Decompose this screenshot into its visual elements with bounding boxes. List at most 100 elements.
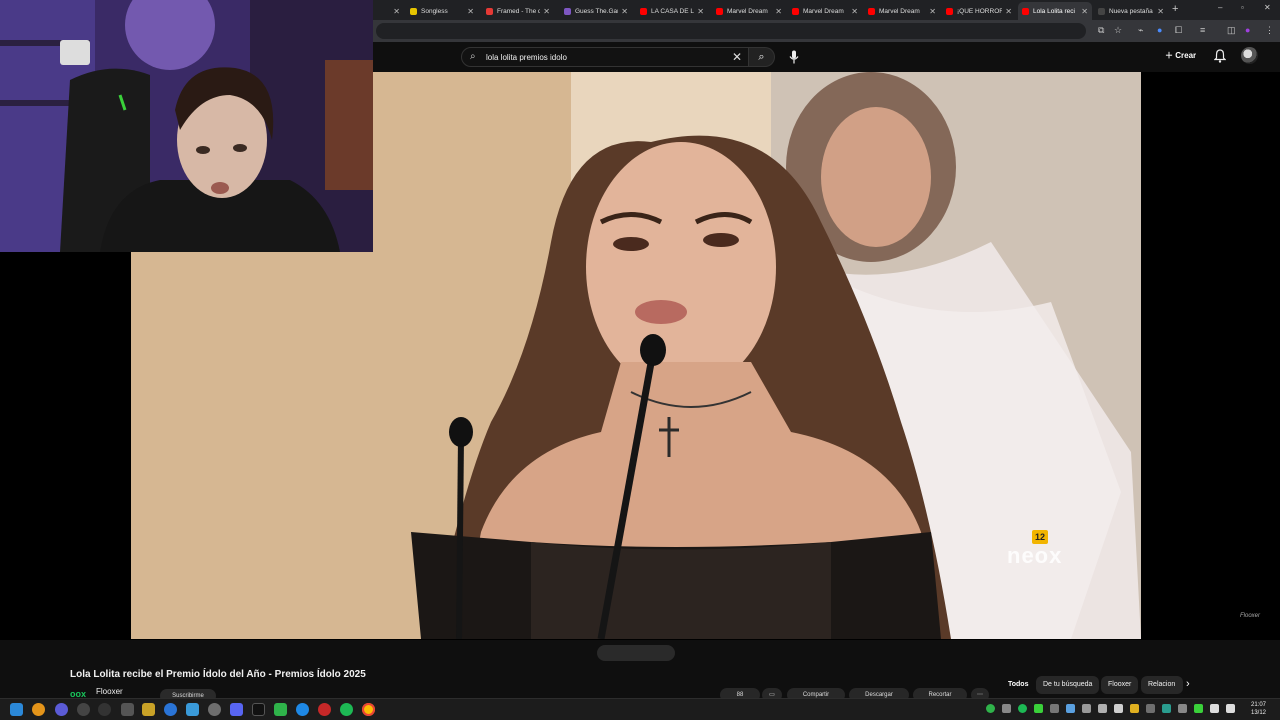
taskbar-app-icon[interactable] — [274, 703, 287, 716]
install-icon[interactable]: ⧉ — [1098, 25, 1104, 36]
tab-close-icon[interactable]: ✕ — [1157, 7, 1164, 16]
tab-favicon-icon — [868, 7, 875, 15]
create-button[interactable]: ＋ Crear — [1165, 50, 1196, 61]
browser-tab[interactable]: ¡QUE HORROR ✕ — [942, 2, 1016, 20]
tray-icon[interactable] — [1066, 704, 1075, 713]
tab-title: Marvel Dream — [803, 7, 844, 15]
new-tab-button[interactable]: + — [1172, 3, 1178, 15]
browser-tab[interactable]: LA CASA DE LO ✕ — [636, 2, 708, 20]
chip-from-your-search[interactable]: De tu búsqueda — [1036, 676, 1100, 694]
tray-icon[interactable] — [1162, 704, 1171, 713]
tray-icon[interactable] — [1050, 704, 1059, 713]
search-icon[interactable] — [32, 703, 45, 716]
tab-title: Marvel Dream — [727, 7, 768, 15]
taskbar-app-icon[interactable] — [121, 703, 134, 716]
webcam-image — [0, 0, 373, 252]
sidebar-icon[interactable]: ◫ — [1227, 25, 1236, 36]
windows-taskbar: 21:07 13/12 — [0, 698, 1280, 720]
voice-search-microphone-icon[interactable] — [789, 50, 799, 64]
tab-favicon-icon — [486, 7, 493, 15]
extension-icon[interactable]: ⌁ — [1138, 25, 1143, 36]
taskbar-app-icon[interactable] — [77, 703, 90, 716]
tab-close-icon[interactable]: ✕ — [1081, 7, 1088, 16]
browser-tab[interactable]: Nueva pestaña ✕ — [1094, 2, 1168, 20]
tray-icon[interactable] — [1114, 704, 1123, 713]
taskbar-app-icon[interactable] — [164, 703, 177, 716]
create-label: Crear — [1175, 51, 1197, 60]
system-clock[interactable]: 21:07 13/12 — [1251, 701, 1266, 717]
tray-icon[interactable] — [1018, 704, 1027, 713]
tab-close-icon[interactable]: ✕ — [851, 7, 858, 16]
spotify-icon[interactable] — [340, 703, 353, 716]
discord-icon[interactable] — [230, 703, 243, 716]
profile-icon[interactable]: ● — [1245, 25, 1250, 35]
taskbar-app-icon[interactable] — [142, 703, 155, 716]
chip-related[interactable]: Relacion — [1141, 676, 1183, 694]
tab-close-icon[interactable]: ✕ — [1005, 7, 1012, 16]
browser-menu-icon[interactable]: ⋮ — [1265, 25, 1274, 36]
chrome-icon[interactable] — [362, 703, 375, 716]
tray-icon[interactable] — [1146, 704, 1155, 713]
tiktok-icon[interactable] — [252, 703, 265, 716]
tab-favicon-icon — [1022, 7, 1029, 15]
taskbar-app-icon[interactable] — [296, 703, 309, 716]
bookmark-star-icon[interactable]: ☆ — [1114, 25, 1122, 36]
extensions-puzzle-icon[interactable]: ⧠ — [1175, 25, 1182, 36]
tray-icon[interactable] — [1098, 704, 1107, 713]
tab-close-icon[interactable]: ✕ — [467, 7, 474, 16]
browser-tab[interactable]: Marvel Dream ✕ — [788, 2, 862, 20]
tray-icon[interactable] — [1082, 704, 1091, 713]
start-windows-icon[interactable] — [10, 703, 23, 716]
tab-favicon-icon — [1098, 7, 1105, 15]
clear-search-icon[interactable]: ✕ — [732, 50, 742, 64]
volume-icon[interactable] — [1226, 704, 1235, 713]
chips-next-icon[interactable]: › — [1186, 678, 1190, 690]
tab-close-icon[interactable]: ✕ — [929, 7, 936, 16]
chip-all[interactable]: Todos — [1001, 676, 1035, 694]
chip-flooxer[interactable]: Flooxer — [1101, 676, 1139, 694]
taskbar-app-icon[interactable] — [55, 703, 68, 716]
browser-tab[interactable]: Marvel Dream ✕ — [864, 2, 940, 20]
taskbar-app-icon[interactable] — [186, 703, 199, 716]
tab-close-icon[interactable]: ✕ — [393, 7, 400, 16]
notifications-bell-icon[interactable] — [1214, 49, 1226, 63]
search-input[interactable]: ⌕ lola lolita premios idolo ✕ — [461, 47, 749, 67]
browser-tab[interactable]: Framed - The d ✕ — [482, 2, 554, 20]
browser-tab-active[interactable]: Lola Lolita reci ✕ — [1018, 2, 1092, 20]
video-watermark: Flooxer — [1240, 613, 1261, 619]
tray-icon[interactable] — [1178, 704, 1187, 713]
taskbar-app-icon[interactable] — [318, 703, 331, 716]
taskbar-app-icon[interactable] — [208, 703, 221, 716]
network-icon[interactable] — [1210, 704, 1219, 713]
tab-title: Lola Lolita reci — [1033, 7, 1075, 15]
tab-close-icon[interactable]: ✕ — [775, 7, 782, 16]
tray-icon[interactable] — [986, 704, 995, 713]
channel-bug-logo: neox — [1007, 543, 1063, 568]
tray-icon[interactable] — [1034, 704, 1043, 713]
tab-close-icon[interactable]: ✕ — [543, 7, 550, 16]
channel-bug-age-rating: 12 — [1032, 530, 1048, 544]
browser-tab[interactable]: Marvel Dream ✕ — [712, 2, 786, 20]
channel-name[interactable]: Flooxer — [96, 687, 123, 696]
tab-favicon-icon — [410, 7, 417, 15]
maximize-button[interactable]: ▫ — [1241, 3, 1244, 12]
taskbar-app-icon[interactable] — [98, 703, 111, 716]
tab-title: ¡QUE HORROR — [957, 7, 1003, 15]
browser-tab[interactable]: Songless ✕ — [406, 2, 478, 20]
tab-close-icon[interactable]: ✕ — [621, 7, 628, 16]
close-window-button[interactable]: ✕ — [1264, 3, 1271, 12]
address-bar[interactable] — [376, 23, 1086, 39]
account-avatar[interactable] — [1241, 47, 1258, 64]
search-button[interactable]: ⌕ — [749, 47, 775, 67]
extension-icon[interactable]: ● — [1157, 25, 1162, 35]
minimize-button[interactable]: – — [1218, 3, 1222, 12]
watch-metadata: Lola Lolita recibe el Premio Ídolo del A… — [0, 640, 1280, 703]
browser-tab[interactable]: Guess The.Gam ✕ — [560, 2, 632, 20]
reading-list-icon[interactable]: ≡ — [1200, 25, 1205, 35]
tab-close-icon[interactable]: ✕ — [697, 7, 704, 16]
tray-icon[interactable] — [1130, 704, 1139, 713]
player-chapter-pill[interactable] — [597, 645, 675, 661]
screen: r✕ Songless✕ Framed - The d✕ Guess The.G… — [0, 0, 1280, 720]
tray-icon[interactable] — [1194, 704, 1203, 713]
tray-icon[interactable] — [1002, 704, 1011, 713]
